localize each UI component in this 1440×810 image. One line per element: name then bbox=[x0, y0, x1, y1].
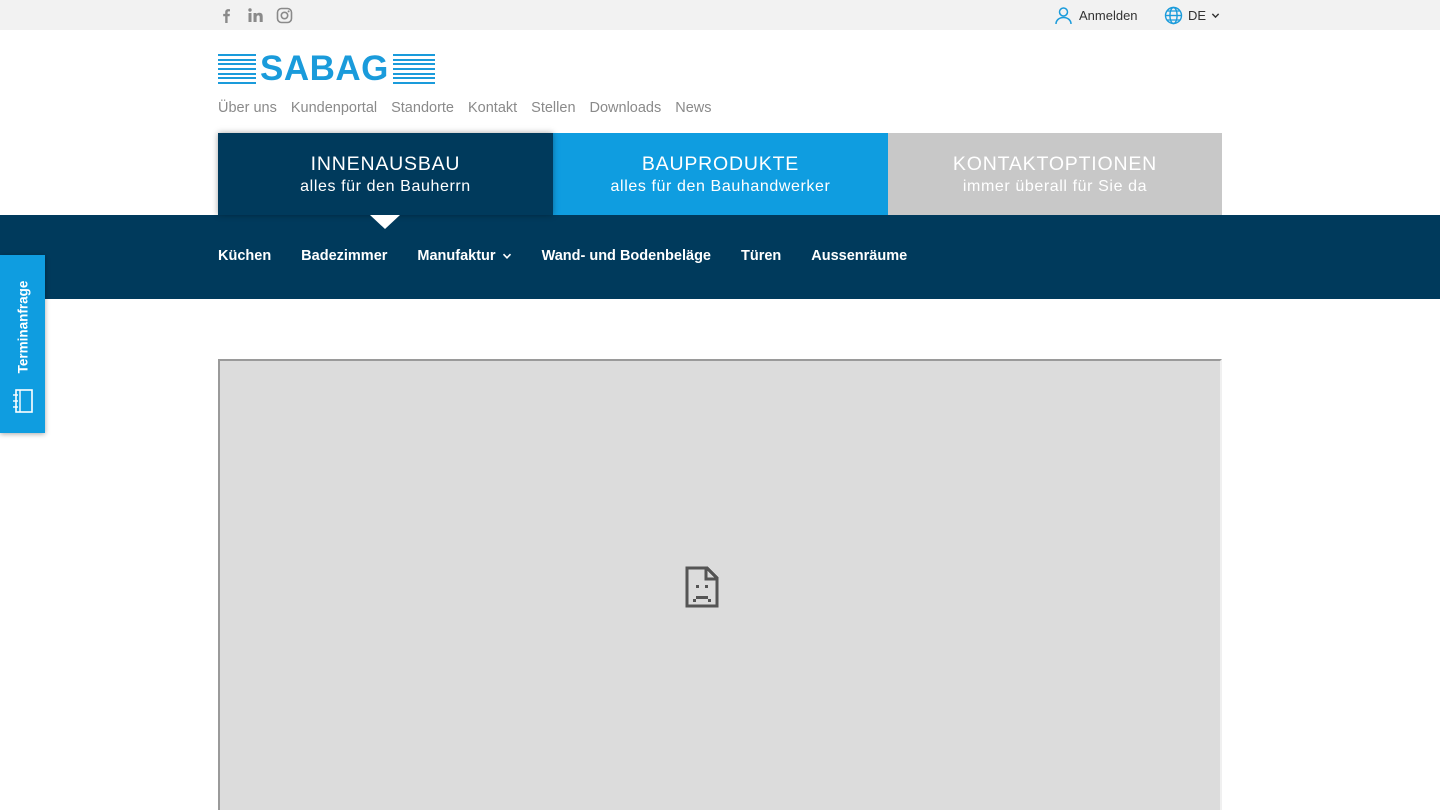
chevron-down-icon bbox=[1211, 12, 1220, 18]
embedded-content-frame bbox=[218, 359, 1222, 810]
sector-tabs: INNENAUSBAU alles für den Bauherrn BAUPR… bbox=[218, 133, 1222, 229]
language-selector[interactable]: DE bbox=[1164, 5, 1220, 25]
main-nav-items: Küchen Badezimmer Manufaktur Wand- und B… bbox=[218, 248, 907, 264]
facebook-icon[interactable] bbox=[218, 7, 235, 24]
instagram-icon[interactable] bbox=[276, 7, 293, 24]
tab-subtitle: alles für den Bauhandwerker bbox=[610, 177, 831, 195]
login-link[interactable]: Anmelden bbox=[1054, 5, 1138, 25]
logo-text: SABAG bbox=[260, 49, 389, 88]
social-links bbox=[218, 6, 293, 24]
main-nav-item-badezimmer[interactable]: Badezimmer bbox=[301, 248, 387, 264]
globe-icon bbox=[1164, 6, 1183, 24]
util-nav-item[interactable]: Über uns bbox=[218, 100, 277, 118]
main-nav: Küchen Badezimmer Manufaktur Wand- und B… bbox=[0, 215, 1440, 299]
util-nav-item[interactable]: Kontakt bbox=[468, 100, 517, 118]
main-nav-item-tueren[interactable]: Türen bbox=[741, 248, 781, 264]
main-nav-label: Manufaktur bbox=[417, 248, 496, 264]
logo-lines-left bbox=[218, 54, 256, 84]
main-nav-item-kuechen[interactable]: Küchen bbox=[218, 248, 271, 264]
chevron-down-icon bbox=[502, 253, 511, 259]
main-nav-item-manufaktur[interactable]: Manufaktur bbox=[417, 248, 511, 264]
tab-subtitle: alles für den Bauherrn bbox=[300, 177, 471, 195]
logo-lines-right bbox=[392, 54, 435, 84]
sabag-logo[interactable]: SABAG bbox=[218, 49, 435, 88]
util-nav-item[interactable]: Stellen bbox=[531, 100, 575, 118]
tab-title: KONTAKTOPTIONEN bbox=[952, 152, 1158, 175]
main-nav-label: Aussenräume bbox=[811, 248, 908, 264]
tab-kontaktoptionen[interactable]: KONTAKTOPTIONEN immer überall für Sie da bbox=[888, 133, 1222, 215]
main-nav-label: Wand- und Bodenbeläge bbox=[541, 248, 711, 264]
top-bar: Anmelden DE bbox=[0, 0, 1440, 30]
tab-subtitle: immer überall für Sie da bbox=[962, 177, 1148, 195]
main-nav-label: Küchen bbox=[218, 248, 272, 264]
login-label: Anmelden bbox=[1079, 7, 1138, 23]
language-current: DE bbox=[1188, 7, 1207, 23]
active-tab-arrow bbox=[370, 215, 400, 229]
util-nav-item[interactable]: News bbox=[675, 100, 711, 118]
main-nav-label: Badezimmer bbox=[301, 248, 388, 264]
tab-title: BAUPRODUKTE bbox=[641, 152, 800, 175]
util-nav-item[interactable]: Kundenportal bbox=[291, 100, 377, 118]
tab-innenausbau[interactable]: INNENAUSBAU alles für den Bauherrn bbox=[218, 133, 553, 229]
util-nav-item[interactable]: Downloads bbox=[590, 100, 662, 118]
appointment-label: Terminanfrage bbox=[15, 280, 30, 374]
appointment-side-tab[interactable]: Terminanfrage bbox=[0, 255, 45, 433]
user-icon bbox=[1054, 6, 1073, 25]
tab-bauprodukte[interactable]: BAUPRODUKTE alles für den Bauhandwerker bbox=[553, 133, 888, 215]
linkedin-icon[interactable] bbox=[247, 7, 264, 24]
main-nav-label: Türen bbox=[741, 248, 782, 264]
utility-nav: Über uns Kundenportal Standorte Kontakt … bbox=[218, 100, 712, 118]
main-nav-item-wand-bodenbelaege[interactable]: Wand- und Bodenbeläge bbox=[542, 248, 711, 264]
main-nav-item-aussenraeume[interactable]: Aussenräume bbox=[811, 248, 907, 264]
tab-title: INNENAUSBAU bbox=[310, 152, 461, 175]
util-nav-item[interactable]: Standorte bbox=[391, 100, 454, 118]
appointment-icon bbox=[13, 389, 33, 413]
broken-document-icon bbox=[685, 566, 719, 608]
